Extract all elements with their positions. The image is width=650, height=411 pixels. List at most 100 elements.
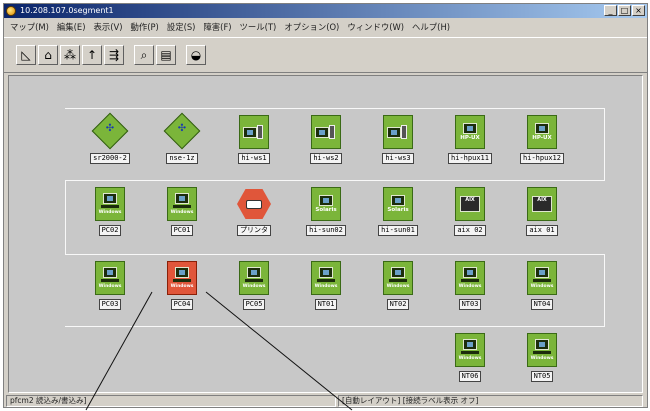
app-icon — [6, 6, 16, 16]
minimize-button[interactable]: _ — [604, 5, 617, 16]
window-title: 10.208.107.0segment1 — [20, 6, 114, 15]
node-label: hi-ws2 — [310, 153, 342, 164]
menu-settings[interactable]: 設定(S) — [163, 19, 200, 36]
segment-line — [65, 326, 605, 327]
node-solaris[interactable]: Solaris hi-sun02 — [294, 187, 358, 237]
maximize-button[interactable]: □ — [618, 5, 631, 16]
workstation-icon: HP-UX — [455, 115, 485, 149]
segment-line — [604, 108, 605, 180]
node-label: NT02 — [386, 299, 410, 310]
workstation-icon: Solaris — [383, 187, 413, 221]
menu-bar: マップ(M) 編集(E) 表示(V) 動作(P) 設定(S) 障害(F) ツール… — [4, 19, 647, 36]
close-button[interactable]: × — [632, 5, 645, 16]
pc-icon: Windows — [527, 261, 557, 295]
node-pc[interactable]: Windows NT05 — [510, 333, 574, 383]
node-aix[interactable]: AIX aix 01 — [510, 187, 574, 237]
menu-edit[interactable]: 編集(E) — [53, 19, 90, 36]
network-tree-icon[interactable]: ⁂ — [60, 45, 80, 65]
node-label: NT03 — [458, 299, 482, 310]
aix-terminal-icon: AIX — [527, 187, 557, 221]
menu-window[interactable]: ウィンドウ(W) — [343, 19, 408, 36]
magnifier-icon[interactable]: ⌕ — [134, 45, 154, 65]
node-server[interactable]: hi-ws2 — [294, 115, 358, 165]
node-aix[interactable]: AIX aix 02 — [438, 187, 502, 237]
node-label: hi-hpux11 — [448, 153, 492, 164]
node-label: PC04 — [170, 299, 194, 310]
node-router[interactable]: ✣ nse-1z — [150, 112, 214, 165]
triangle-ruler-icon[interactable]: ◺ — [16, 45, 36, 65]
workstation-icon: HP-UX — [527, 115, 557, 149]
pc-icon: Windows — [95, 187, 125, 221]
node-server[interactable]: hi-ws1 — [222, 115, 286, 165]
branch-arrow-icon[interactable]: ⇶ — [104, 45, 124, 65]
server-icon — [383, 115, 413, 149]
node-label: aix 02 — [454, 225, 486, 236]
node-pc[interactable]: Windows PC03 — [78, 261, 142, 311]
node-label: hi-ws1 — [238, 153, 270, 164]
aix-terminal-icon: AIX — [455, 187, 485, 221]
status-right: [自動レイアウト] [接続ラベル表示 オフ] — [338, 395, 643, 407]
node-pc-selected[interactable]: Windows PC04 — [150, 261, 214, 311]
node-label: hi-hpux12 — [520, 153, 564, 164]
menu-tools[interactable]: ツール(T) — [236, 19, 281, 36]
pc-icon: Windows — [95, 261, 125, 295]
node-label: hi-sun02 — [306, 225, 346, 236]
pc-icon: Windows — [167, 187, 197, 221]
segment-line — [604, 254, 605, 326]
node-label: hi-sun01 — [378, 225, 418, 236]
node-label: PC03 — [98, 299, 122, 310]
house-icon[interactable]: ⌂ — [38, 45, 58, 65]
chart-icon[interactable]: ▤ — [156, 45, 176, 65]
pc-icon: Windows — [167, 261, 197, 295]
node-pc[interactable]: Windows NT01 — [294, 261, 358, 311]
segment-line — [65, 180, 605, 181]
toolbar: ◺ ⌂ ⁂ ↑ ⇶ ⌕ ▤ ◒ — [4, 37, 647, 73]
menu-map[interactable]: マップ(M) — [6, 19, 53, 36]
pc-icon: Windows — [383, 261, 413, 295]
pc-icon: Windows — [311, 261, 341, 295]
node-label: NT01 — [314, 299, 338, 310]
node-hpux[interactable]: HP-UX hi-hpux12 — [510, 115, 574, 165]
menu-options[interactable]: オプション(O) — [280, 19, 343, 36]
node-label: aix 01 — [526, 225, 558, 236]
node-server[interactable]: hi-ws3 — [366, 115, 430, 165]
segment-line — [65, 180, 66, 254]
node-pc[interactable]: Windows NT06 — [438, 333, 502, 383]
node-label: PC02 — [98, 225, 122, 236]
node-pc[interactable]: Windows NT02 — [366, 261, 430, 311]
node-label: プリンタ — [237, 225, 271, 236]
node-label: nse-1z — [166, 153, 198, 164]
node-pc[interactable]: Windows NT03 — [438, 261, 502, 311]
node-label: NT06 — [458, 371, 482, 382]
pc-icon: Windows — [239, 261, 269, 295]
title-bar[interactable]: 10.208.107.0segment1 _ □ × — [4, 4, 647, 18]
dome-icon[interactable]: ◒ — [186, 45, 206, 65]
node-pc[interactable]: Windows PC02 — [78, 187, 142, 237]
network-map-canvas[interactable]: ✣ sr2000-2 ✣ nse-1z hi-ws1 hi-ws2 hi-ws3… — [8, 75, 643, 393]
node-pc[interactable]: Windows NT04 — [510, 261, 574, 311]
status-left: pfcm2 読込み/書込み] — [6, 395, 336, 407]
server-icon — [239, 115, 269, 149]
status-bar: pfcm2 読込み/書込み] [自動レイアウト] [接続ラベル表示 オフ] — [4, 394, 647, 408]
menu-help[interactable]: ヘルプ(H) — [408, 19, 454, 36]
segment-line — [65, 254, 605, 255]
segment-line — [65, 108, 605, 109]
node-label: NT05 — [530, 371, 554, 382]
menu-action[interactable]: 動作(P) — [126, 19, 162, 36]
node-label: sr2000-2 — [90, 153, 130, 164]
node-label: PC05 — [242, 299, 266, 310]
node-router[interactable]: ✣ sr2000-2 — [78, 112, 142, 165]
printer-icon — [237, 189, 271, 219]
node-pc[interactable]: Windows PC01 — [150, 187, 214, 237]
window-controls: _ □ × — [604, 5, 645, 16]
node-hpux[interactable]: HP-UX hi-hpux11 — [438, 115, 502, 165]
node-solaris[interactable]: Solaris hi-sun01 — [366, 187, 430, 237]
server-icon — [311, 115, 341, 149]
menu-fault[interactable]: 障害(F) — [199, 19, 235, 36]
pc-icon: Windows — [527, 333, 557, 367]
node-printer[interactable]: プリンタ — [222, 187, 286, 237]
up-arrow-icon[interactable]: ↑ — [82, 45, 102, 65]
menu-view[interactable]: 表示(V) — [89, 19, 126, 36]
node-pc[interactable]: Windows PC05 — [222, 261, 286, 311]
node-label: NT04 — [530, 299, 554, 310]
